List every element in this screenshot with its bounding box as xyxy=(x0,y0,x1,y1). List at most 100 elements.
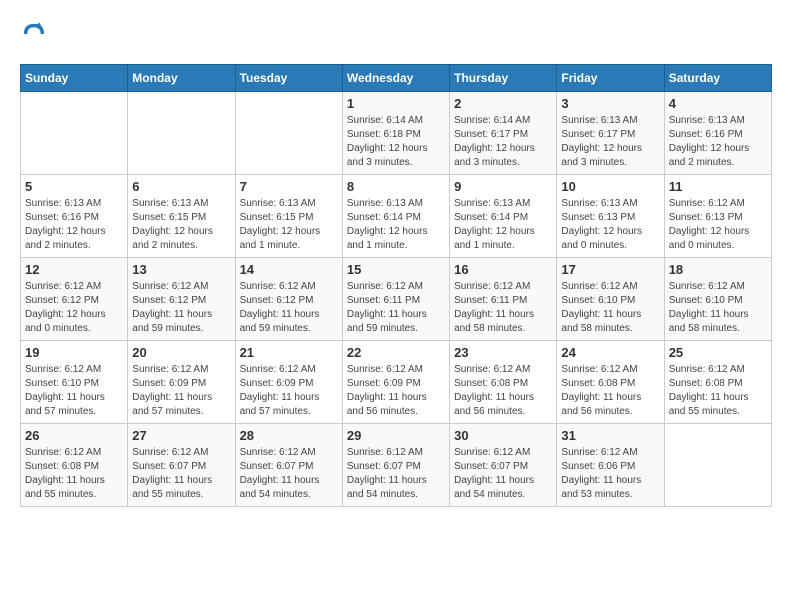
day-number: 7 xyxy=(240,179,338,194)
day-info: Sunrise: 6:12 AM Sunset: 6:10 PM Dayligh… xyxy=(669,280,767,336)
day-info: Sunrise: 6:12 AM Sunset: 6:07 PM Dayligh… xyxy=(454,446,552,502)
calendar-cell: 16Sunrise: 6:12 AM Sunset: 6:11 PM Dayli… xyxy=(450,258,557,341)
day-info: Sunrise: 6:12 AM Sunset: 6:08 PM Dayligh… xyxy=(25,446,123,502)
calendar-cell: 7 Sunrise: 6:13 AM Sunset: 6:15 PM Daylig… xyxy=(235,175,342,258)
day-info: Sunrise: 6:13 AM Sunset: 6:16 PM Dayligh… xyxy=(25,197,123,253)
calendar-cell: 10 Sunrise: 6:13 AM Sunset: 6:13 PM Dayli… xyxy=(557,175,664,258)
day-number: 4 xyxy=(669,96,767,111)
day-info: Sunrise: 6:12 AM Sunset: 6:09 PM Dayligh… xyxy=(132,363,230,419)
calendar-week-row: 1Sunrise: 6:14 AM Sunset: 6:18 PM Daylig… xyxy=(21,92,772,175)
calendar-cell: 5Sunrise: 6:13 AM Sunset: 6:16 PM Daylig… xyxy=(21,175,128,258)
calendar-week-row: 19 Sunrise: 6:12 AM Sunset: 6:10 PM Dayli… xyxy=(21,341,772,424)
calendar-cell: 30 Sunrise: 6:12 AM Sunset: 6:07 PM Dayli… xyxy=(450,424,557,507)
calendar-cell: 22 Sunrise: 6:12 AM Sunset: 6:09 PM Dayli… xyxy=(342,341,449,424)
day-number: 10 xyxy=(561,179,659,194)
day-number: 2 xyxy=(454,96,552,111)
day-number: 16 xyxy=(454,262,552,277)
day-info: Sunrise: 6:12 AM Sunset: 6:08 PM Dayligh… xyxy=(669,363,767,419)
calendar-cell xyxy=(235,92,342,175)
day-info: Sunrise: 6:12 AM Sunset: 6:10 PM Dayligh… xyxy=(561,280,659,336)
weekday-header: Sunday xyxy=(21,65,128,92)
day-number: 11 xyxy=(669,179,767,194)
day-number: 9 xyxy=(454,179,552,194)
calendar-cell: 17 Sunrise: 6:12 AM Sunset: 6:10 PM Dayli… xyxy=(557,258,664,341)
day-info: Sunrise: 6:12 AM Sunset: 6:07 PM Dayligh… xyxy=(132,446,230,502)
day-number: 12 xyxy=(25,262,123,277)
calendar-week-row: 12 Sunrise: 6:12 AM Sunset: 6:12 PM Dayli… xyxy=(21,258,772,341)
day-info: Sunrise: 6:12 AM Sunset: 6:11 PM Dayligh… xyxy=(347,280,445,336)
calendar-cell: 14 Sunrise: 6:12 AM Sunset: 6:12 PM Dayli… xyxy=(235,258,342,341)
day-number: 24 xyxy=(561,345,659,360)
day-info: Sunrise: 6:12 AM Sunset: 6:09 PM Dayligh… xyxy=(347,363,445,419)
weekday-header: Wednesday xyxy=(342,65,449,92)
calendar-cell: 31 Sunrise: 6:12 AM Sunset: 6:06 PM Dayli… xyxy=(557,424,664,507)
day-info: Sunrise: 6:13 AM Sunset: 6:13 PM Dayligh… xyxy=(561,197,659,253)
day-number: 8 xyxy=(347,179,445,194)
calendar-cell: 25Sunrise: 6:12 AM Sunset: 6:08 PM Dayli… xyxy=(664,341,771,424)
calendar-cell xyxy=(664,424,771,507)
calendar-cell: 24 Sunrise: 6:12 AM Sunset: 6:08 PM Dayli… xyxy=(557,341,664,424)
calendar-cell: 27 Sunrise: 6:12 AM Sunset: 6:07 PM Dayli… xyxy=(128,424,235,507)
day-info: Sunrise: 6:12 AM Sunset: 6:12 PM Dayligh… xyxy=(240,280,338,336)
day-info: Sunrise: 6:12 AM Sunset: 6:12 PM Dayligh… xyxy=(25,280,123,336)
weekday-header-row: SundayMondayTuesdayWednesdayThursdayFrid… xyxy=(21,65,772,92)
calendar-cell xyxy=(21,92,128,175)
calendar-cell: 26 Sunrise: 6:12 AM Sunset: 6:08 PM Dayli… xyxy=(21,424,128,507)
weekday-header: Friday xyxy=(557,65,664,92)
day-info: Sunrise: 6:12 AM Sunset: 6:06 PM Dayligh… xyxy=(561,446,659,502)
logo-icon xyxy=(20,20,48,48)
day-number: 3 xyxy=(561,96,659,111)
day-info: Sunrise: 6:12 AM Sunset: 6:09 PM Dayligh… xyxy=(240,363,338,419)
day-info: Sunrise: 6:12 AM Sunset: 6:07 PM Dayligh… xyxy=(347,446,445,502)
day-info: Sunrise: 6:13 AM Sunset: 6:17 PM Dayligh… xyxy=(561,114,659,170)
weekday-header: Saturday xyxy=(664,65,771,92)
day-info: Sunrise: 6:13 AM Sunset: 6:15 PM Dayligh… xyxy=(132,197,230,253)
logo xyxy=(20,20,54,48)
calendar-cell: 23Sunrise: 6:12 AM Sunset: 6:08 PM Dayli… xyxy=(450,341,557,424)
day-info: Sunrise: 6:12 AM Sunset: 6:10 PM Dayligh… xyxy=(25,363,123,419)
calendar-cell: 15 Sunrise: 6:12 AM Sunset: 6:11 PM Dayli… xyxy=(342,258,449,341)
day-number: 14 xyxy=(240,262,338,277)
day-number: 15 xyxy=(347,262,445,277)
calendar-cell: 9Sunrise: 6:13 AM Sunset: 6:14 PM Daylig… xyxy=(450,175,557,258)
page-header xyxy=(20,20,772,48)
calendar-cell: 3 Sunrise: 6:13 AM Sunset: 6:17 PM Daylig… xyxy=(557,92,664,175)
day-number: 21 xyxy=(240,345,338,360)
calendar-cell: 13Sunrise: 6:12 AM Sunset: 6:12 PM Dayli… xyxy=(128,258,235,341)
day-info: Sunrise: 6:12 AM Sunset: 6:08 PM Dayligh… xyxy=(561,363,659,419)
calendar-cell: 21 Sunrise: 6:12 AM Sunset: 6:09 PM Dayli… xyxy=(235,341,342,424)
day-info: Sunrise: 6:12 AM Sunset: 6:12 PM Dayligh… xyxy=(132,280,230,336)
calendar-cell xyxy=(128,92,235,175)
calendar-cell: 1Sunrise: 6:14 AM Sunset: 6:18 PM Daylig… xyxy=(342,92,449,175)
day-info: Sunrise: 6:12 AM Sunset: 6:07 PM Dayligh… xyxy=(240,446,338,502)
day-info: Sunrise: 6:13 AM Sunset: 6:16 PM Dayligh… xyxy=(669,114,767,170)
day-number: 20 xyxy=(132,345,230,360)
calendar-cell: 20 Sunrise: 6:12 AM Sunset: 6:09 PM Dayli… xyxy=(128,341,235,424)
day-number: 29 xyxy=(347,428,445,443)
day-number: 27 xyxy=(132,428,230,443)
day-number: 26 xyxy=(25,428,123,443)
calendar-cell: 8 Sunrise: 6:13 AM Sunset: 6:14 PM Daylig… xyxy=(342,175,449,258)
calendar-cell: 19 Sunrise: 6:12 AM Sunset: 6:10 PM Dayli… xyxy=(21,341,128,424)
calendar-cell: 4 Sunrise: 6:13 AM Sunset: 6:16 PM Daylig… xyxy=(664,92,771,175)
calendar-cell: 29 Sunrise: 6:12 AM Sunset: 6:07 PM Dayli… xyxy=(342,424,449,507)
day-number: 22 xyxy=(347,345,445,360)
day-info: Sunrise: 6:13 AM Sunset: 6:14 PM Dayligh… xyxy=(347,197,445,253)
day-number: 31 xyxy=(561,428,659,443)
day-number: 18 xyxy=(669,262,767,277)
day-number: 19 xyxy=(25,345,123,360)
calendar-cell: 18 Sunrise: 6:12 AM Sunset: 6:10 PM Dayli… xyxy=(664,258,771,341)
day-info: Sunrise: 6:13 AM Sunset: 6:15 PM Dayligh… xyxy=(240,197,338,253)
day-number: 28 xyxy=(240,428,338,443)
day-info: Sunrise: 6:14 AM Sunset: 6:17 PM Dayligh… xyxy=(454,114,552,170)
day-number: 30 xyxy=(454,428,552,443)
calendar-cell: 2 Sunrise: 6:14 AM Sunset: 6:17 PM Daylig… xyxy=(450,92,557,175)
day-info: Sunrise: 6:12 AM Sunset: 6:13 PM Dayligh… xyxy=(669,197,767,253)
day-info: Sunrise: 6:14 AM Sunset: 6:18 PM Dayligh… xyxy=(347,114,445,170)
calendar-week-row: 26 Sunrise: 6:12 AM Sunset: 6:08 PM Dayli… xyxy=(21,424,772,507)
day-number: 17 xyxy=(561,262,659,277)
weekday-header: Thursday xyxy=(450,65,557,92)
weekday-header: Monday xyxy=(128,65,235,92)
calendar-table: SundayMondayTuesdayWednesdayThursdayFrid… xyxy=(20,64,772,507)
calendar-cell: 6Sunrise: 6:13 AM Sunset: 6:15 PM Daylig… xyxy=(128,175,235,258)
